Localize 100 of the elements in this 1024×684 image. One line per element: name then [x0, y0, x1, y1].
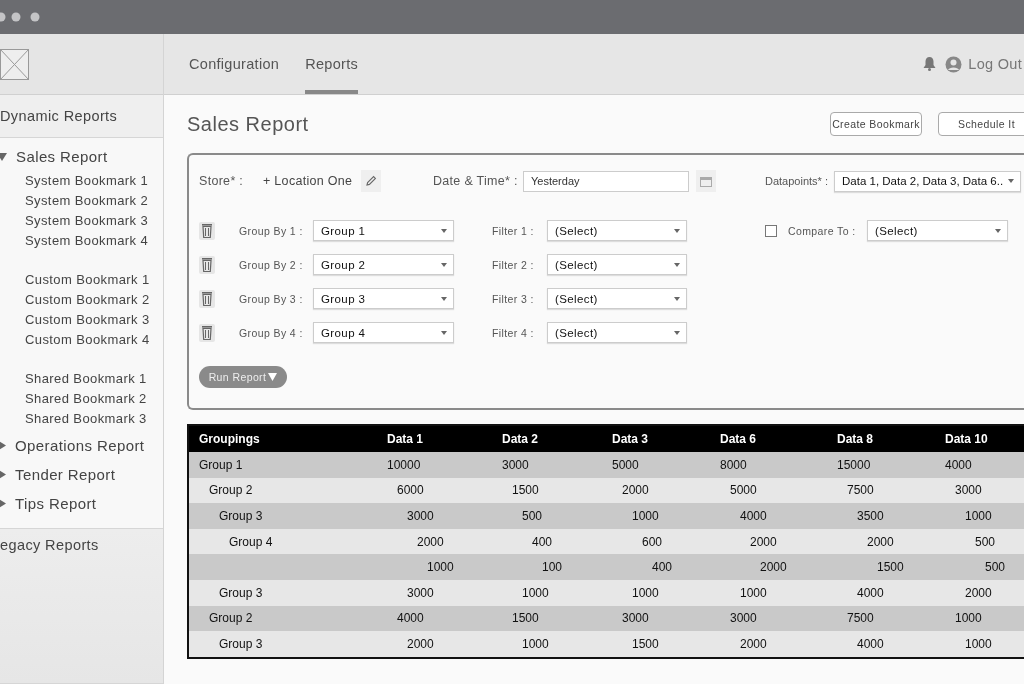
- dropdown[interactable]: (Select): [547, 288, 687, 309]
- table-cell: 3000: [377, 503, 492, 529]
- bookmark-link[interactable]: Shared Bookmark 3: [0, 409, 163, 429]
- field-label: Group By 1 :: [239, 224, 304, 237]
- table-cell: 1000: [935, 631, 1024, 657]
- caret-down-icon: [268, 373, 278, 381]
- table-cell: 1000: [602, 503, 710, 529]
- table-cell: 1000: [492, 579, 602, 606]
- dropdown[interactable]: Group 3: [313, 288, 454, 309]
- field-label: Group By 3 :: [239, 292, 304, 305]
- trash-icon[interactable]: [199, 255, 215, 274]
- dropdown[interactable]: (Select): [547, 254, 687, 275]
- table-cell: 2000: [935, 579, 1024, 606]
- field-label: Compare To :: [788, 224, 857, 237]
- table-cell: 2000: [710, 554, 827, 580]
- column-header[interactable]: Data 1: [377, 426, 492, 452]
- nav-tab[interactable]: Configuration: [189, 34, 280, 94]
- dropdown[interactable]: (Select): [547, 220, 687, 241]
- dropdown[interactable]: Group 4: [313, 322, 454, 343]
- column-header[interactable]: Groupings: [189, 426, 377, 452]
- trash-icon[interactable]: [199, 289, 215, 308]
- dropdown[interactable]: (Select): [867, 220, 1008, 241]
- table-cell: 4000: [377, 605, 492, 632]
- table-cell: 5000: [710, 477, 827, 504]
- bell-icon[interactable]: [923, 57, 937, 71]
- dropdown-caret-icon: [995, 228, 1001, 233]
- trash-icon[interactable]: [199, 221, 215, 240]
- bookmark-link[interactable]: System Bookmark 3: [0, 211, 163, 231]
- table-cell: 4000: [710, 503, 827, 529]
- bookmark-link[interactable]: Custom Bookmark 1: [0, 270, 163, 290]
- table-cell: 4000: [827, 631, 935, 657]
- location-link[interactable]: + Location One: [263, 174, 361, 188]
- bookmark-link[interactable]: Custom Bookmark 2: [0, 290, 163, 310]
- table-cell: 500: [935, 528, 1024, 555]
- table-cell: 2000: [377, 631, 492, 657]
- action-button[interactable]: Create Bookmark: [830, 112, 922, 136]
- checkbox[interactable]: [765, 224, 777, 237]
- table-cell: 6000: [377, 477, 492, 504]
- table-cell: 100: [492, 554, 602, 580]
- table-cell: 2000: [710, 631, 827, 657]
- dropdown[interactable]: Group 2: [313, 254, 454, 275]
- date-field[interactable]: Yesterday: [523, 170, 689, 192]
- bookmark-link[interactable]: System Bookmark 1: [0, 171, 163, 191]
- table-cell: 15000: [827, 452, 935, 478]
- section-header[interactable]: egacy Reports: [0, 528, 163, 684]
- table-cell: 1000: [935, 503, 1024, 529]
- column-header[interactable]: Data 2: [492, 426, 602, 452]
- table-cell: 400: [492, 528, 602, 555]
- bookmark-link[interactable]: Custom Bookmark 3: [0, 310, 163, 330]
- table-cell: 2000: [827, 528, 935, 555]
- dropdown[interactable]: Group 1: [313, 220, 454, 241]
- table-cell: 1000: [602, 579, 710, 606]
- table-cell: Group 4: [189, 528, 377, 555]
- table-cell: 600: [602, 528, 710, 555]
- bookmark-link[interactable]: Shared Bookmark 2: [0, 389, 163, 409]
- window-buttons-icon[interactable]: [0, 12, 40, 22]
- bookmark-link[interactable]: Custom Bookmark 4: [0, 330, 163, 350]
- table-cell: 7500: [827, 477, 935, 504]
- field-label: Datapoints* :: [765, 175, 829, 187]
- column-header[interactable]: Data 3: [602, 426, 710, 452]
- dropdown[interactable]: Data 1, Data 2, Data 3, Data 6..: [834, 170, 1021, 192]
- sidebar-item[interactable]: Tender Report: [0, 460, 163, 489]
- table-cell: 2000: [377, 528, 492, 555]
- edit-button[interactable]: [361, 170, 381, 192]
- action-button[interactable]: Schedule It: [938, 112, 1024, 136]
- trash-icon[interactable]: [199, 323, 215, 342]
- table-cell: 500: [935, 554, 1024, 580]
- caret-down-icon[interactable]: [0, 152, 7, 161]
- table-cell: 8000: [710, 452, 827, 478]
- field-label: Filter 1 :: [492, 224, 535, 237]
- dropdown-caret-icon: [441, 330, 447, 335]
- sidebar-item[interactable]: Sales Report: [0, 142, 163, 171]
- field-label: Group By 2 :: [239, 258, 304, 271]
- logout-menu[interactable]: Log Out: [945, 55, 1024, 73]
- field-label: Filter 4 :: [492, 326, 535, 339]
- sidebar-item[interactable]: Operations Report: [0, 431, 163, 460]
- table-cell: 3000: [710, 605, 827, 632]
- table-cell: 1500: [492, 477, 602, 504]
- dropdown-caret-icon: [674, 228, 680, 233]
- table-cell: 1500: [827, 554, 935, 580]
- table-cell: 3000: [377, 579, 492, 606]
- bookmark-link[interactable]: System Bookmark 2: [0, 191, 163, 211]
- table-cell: 2000: [710, 528, 827, 555]
- column-header[interactable]: Data 10: [935, 426, 1024, 452]
- nav-tab[interactable]: Reports: [305, 34, 359, 94]
- page-title: Sales Report: [187, 112, 309, 136]
- table-cell: 1500: [492, 605, 602, 632]
- user-avatar-icon: [945, 55, 963, 73]
- sidebar-item[interactable]: Tips Report: [0, 489, 163, 518]
- dropdown-caret-icon: [674, 330, 680, 335]
- table-cell: Group 3: [189, 631, 377, 657]
- dropdown-caret-icon: [441, 296, 447, 301]
- dropdown[interactable]: (Select): [547, 322, 687, 343]
- table-cell: 10000: [377, 452, 492, 478]
- table-cell: 4000: [827, 579, 935, 606]
- section-header[interactable]: Dynamic Reports: [0, 95, 163, 138]
- column-header[interactable]: Data 6: [710, 426, 827, 452]
- bookmark-link[interactable]: Shared Bookmark 1: [0, 369, 163, 389]
- column-header[interactable]: Data 8: [827, 426, 935, 452]
- bookmark-link[interactable]: System Bookmark 4: [0, 231, 163, 251]
